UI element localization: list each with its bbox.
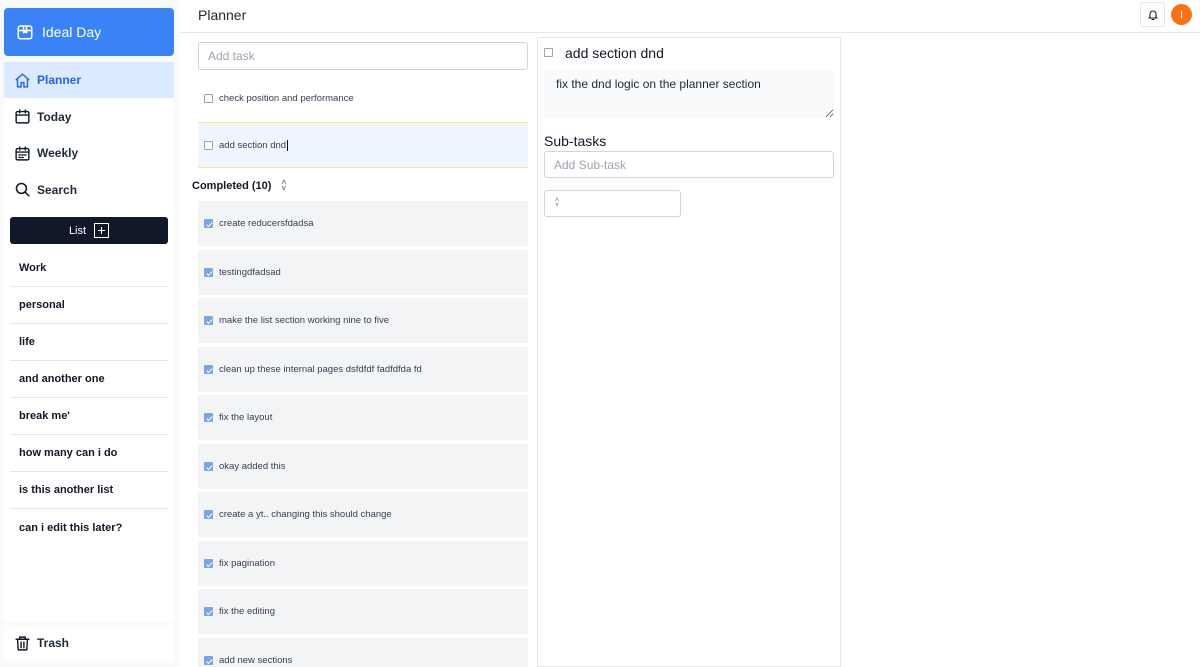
- task-checkbox[interactable]: [204, 413, 213, 422]
- add-task-input[interactable]: [198, 42, 528, 70]
- completed-task-row[interactable]: clean up these internal pages dsfdfdf fa…: [198, 347, 528, 392]
- completed-task-row[interactable]: create reducersfdadsa: [198, 201, 528, 246]
- chevron-up-down-icon: ˄ ˅: [555, 197, 560, 209]
- list-item[interactable]: is this another list: [10, 472, 168, 509]
- trash-icon: [15, 635, 30, 651]
- task-row-selected[interactable]: add section dnd: [198, 122, 528, 168]
- task-checkbox[interactable]: [204, 316, 213, 325]
- task-checkbox[interactable]: [204, 93, 213, 103]
- task-checkbox[interactable]: [204, 365, 213, 374]
- detail-task-checkbox[interactable]: [544, 48, 553, 57]
- task-checkbox[interactable]: [204, 462, 213, 471]
- add-list-label: List: [68, 224, 87, 237]
- task-label: create a yt.. changing this should chang…: [219, 509, 392, 520]
- task-checkbox[interactable]: [204, 268, 213, 277]
- task-row[interactable]: check position and performance: [198, 75, 528, 121]
- bell-icon: [1147, 10, 1158, 20]
- list-item[interactable]: can i edit this later?: [10, 509, 168, 546]
- list-item[interactable]: life: [10, 324, 168, 361]
- task-label: create reducersfdadsa: [219, 218, 314, 229]
- completed-task-row[interactable]: fix the layout: [198, 395, 528, 440]
- trash-button[interactable]: Trash: [4, 625, 174, 661]
- completed-task-row[interactable]: fix the editing: [198, 589, 528, 634]
- list-item[interactable]: personal: [10, 287, 168, 324]
- user-avatar[interactable]: I: [1171, 4, 1192, 25]
- search-icon: [15, 182, 30, 197]
- task-column: check position and performance add secti…: [180, 34, 535, 667]
- list-item[interactable]: and another one: [10, 361, 168, 398]
- completed-task-row[interactable]: fix pagination: [198, 541, 528, 586]
- nav-label: Planner: [37, 73, 82, 87]
- page-title: Planner: [198, 7, 247, 23]
- list-items: Work personal life and another one break…: [10, 250, 168, 546]
- nav-label: Search: [37, 182, 78, 197]
- task-checkbox[interactable]: [204, 559, 213, 568]
- box-icon: [17, 25, 33, 40]
- text-caret: [287, 139, 289, 151]
- task-checkbox[interactable]: [204, 140, 213, 150]
- main-nav: Planner Today Weekly Search: [4, 62, 174, 208]
- completed-task-row[interactable]: create a yt.. changing this should chang…: [198, 492, 528, 537]
- app-brand-button[interactable]: Ideal Day: [4, 8, 174, 56]
- task-label: clean up these internal pages dsfdfdf fa…: [219, 364, 422, 375]
- chevron-up-down-icon: ˄ ˅: [281, 178, 287, 193]
- task-detail-panel: add section dnd fix the dnd logic on the…: [537, 37, 841, 667]
- task-label: fix pagination: [219, 558, 275, 569]
- nav-item-weekly[interactable]: Weekly: [4, 135, 174, 171]
- nav-label: Weekly: [37, 146, 79, 160]
- task-checkbox[interactable]: [204, 656, 213, 665]
- sidebar: Ideal Day Planner Today Weekly Search Li…: [0, 0, 180, 667]
- nav-item-today[interactable]: Today: [4, 99, 174, 135]
- nav-label: Today: [37, 109, 72, 124]
- subtask-select[interactable]: ˄ ˅: [544, 190, 681, 217]
- task-label: okay added this: [219, 461, 286, 472]
- completed-label: Completed (10): [192, 180, 272, 192]
- list-item[interactable]: Work: [10, 250, 168, 287]
- task-label: add section dnd: [219, 139, 287, 151]
- trash-label: Trash: [37, 636, 70, 650]
- task-label: fix the editing: [219, 606, 275, 617]
- add-subtask-input[interactable]: [544, 151, 834, 178]
- nav-item-search[interactable]: Search: [4, 172, 174, 208]
- task-label: testingdfadsad: [219, 267, 281, 278]
- completed-task-row[interactable]: testingdfadsad: [198, 250, 528, 295]
- top-header: Planner I: [180, 0, 1200, 33]
- add-list-button[interactable]: List: [10, 217, 168, 244]
- task-label: add new sections: [219, 655, 293, 666]
- task-label: fix the layout: [219, 412, 273, 423]
- calendar-icon: [15, 109, 30, 124]
- list-item[interactable]: break me': [10, 398, 168, 435]
- task-label: check position and performance: [219, 92, 354, 104]
- task-label: make the list section working nine to fi…: [219, 315, 390, 326]
- detail-task-title[interactable]: add section dnd: [565, 45, 664, 61]
- home-icon: [15, 72, 30, 88]
- completed-toggle[interactable]: Completed (10) ˄ ˅: [192, 178, 287, 193]
- plus-square-icon: [94, 223, 110, 238]
- subtasks-heading: Sub-tasks: [544, 133, 607, 149]
- calendar-week-icon: [15, 145, 30, 161]
- lists-panel: List Work personal life and another one …: [4, 208, 174, 622]
- nav-item-planner[interactable]: Planner: [4, 62, 174, 98]
- task-checkbox[interactable]: [204, 510, 213, 519]
- task-description-textarea[interactable]: fix the dnd logic on the planner section: [544, 70, 834, 118]
- task-checkbox[interactable]: [204, 219, 213, 228]
- list-item[interactable]: how many can i do: [10, 435, 168, 472]
- notifications-button[interactable]: [1140, 2, 1165, 27]
- app-name: Ideal Day: [42, 24, 102, 40]
- completed-task-row[interactable]: okay added this: [198, 444, 528, 489]
- completed-task-row[interactable]: make the list section working nine to fi…: [198, 298, 528, 343]
- task-checkbox[interactable]: [204, 607, 213, 616]
- completed-task-row[interactable]: add new sections: [198, 638, 528, 667]
